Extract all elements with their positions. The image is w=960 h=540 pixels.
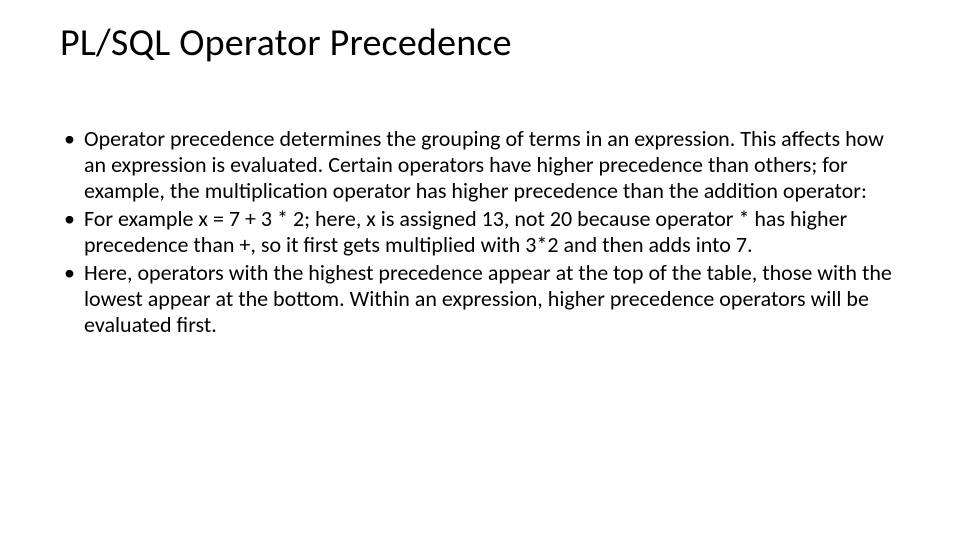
slide-body: Operator precedence determines the group…: [60, 126, 900, 338]
slide-title: PL/SQL Operator Precedence: [60, 20, 900, 66]
slide: PL/SQL Operator Precedence Operator prec…: [0, 0, 960, 540]
bullet-item: For example x = 7 + 3 * 2; here, x is as…: [84, 206, 900, 258]
bullet-item: Here, operators with the highest precede…: [84, 260, 900, 338]
bullet-item: Operator precedence determines the group…: [84, 126, 900, 204]
